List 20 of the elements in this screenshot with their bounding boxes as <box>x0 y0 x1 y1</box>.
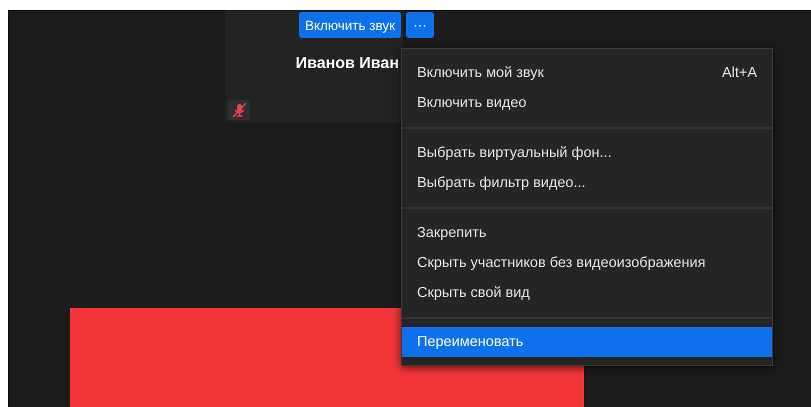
shortcut-label: Alt+A <box>722 65 757 81</box>
menu-item-label: Выбрать виртуальный фон... <box>417 145 612 161</box>
menu-item-label: Включить видео <box>417 95 526 111</box>
menu-item-label: Выбрать фильтр видео... <box>417 175 586 191</box>
menu-item-label: Закрепить <box>417 225 486 241</box>
unmute-button[interactable]: Включить звук <box>298 12 401 38</box>
menu-item-label: Включить мой звук <box>417 65 544 81</box>
more-button[interactable]: ⋯ <box>406 12 434 38</box>
menu-item[interactable]: Скрыть участников без видеоизображения <box>402 248 772 278</box>
menu-item-label: Скрыть участников без видеоизображения <box>417 255 706 271</box>
menu-item[interactable]: Включить видео <box>402 88 772 118</box>
menu-item[interactable]: Скрыть свой вид <box>402 278 772 308</box>
menu-item-label: Переименовать <box>417 334 524 350</box>
menu-item[interactable]: Включить мой звук Alt+A <box>402 58 772 88</box>
participant-name: Иванов Иван <box>294 55 400 73</box>
menu-item[interactable]: Выбрать фильтр видео... <box>402 168 772 198</box>
menu-item[interactable]: Выбрать виртуальный фон... <box>402 138 772 168</box>
menu-item-label: Скрыть свой вид <box>417 285 530 301</box>
menu-item[interactable]: Закрепить <box>402 218 772 248</box>
menu-item[interactable]: Переименовать <box>402 327 772 357</box>
